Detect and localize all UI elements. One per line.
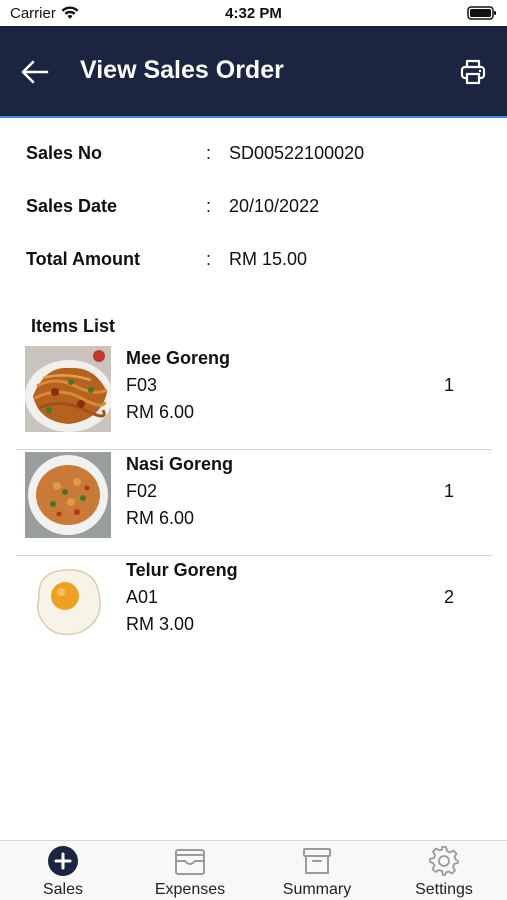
total-amount-label: Total Amount <box>26 249 140 269</box>
nasi-goreng-image <box>25 452 111 538</box>
page-title: View Sales Order <box>80 56 284 84</box>
mee-goreng-image <box>25 346 111 432</box>
battery-icon <box>467 6 496 20</box>
item-name: Telur Goreng <box>126 560 238 580</box>
list-item[interactable]: Mee Goreng F03 RM 6.00 1 <box>16 344 492 450</box>
item-code: A01 <box>126 587 159 607</box>
items-list-heading: Items List <box>31 316 116 336</box>
tab-label: Expenses <box>154 881 226 898</box>
sales-date-row: Sales Date : 20/10/2022 <box>26 196 486 226</box>
status-bar: Carrier 4:32 PM <box>0 0 507 26</box>
wallet-icon <box>175 849 205 875</box>
colon: : <box>206 143 212 163</box>
tab-expenses[interactable]: Expenses <box>127 841 253 900</box>
item-name: Nasi Goreng <box>126 454 234 474</box>
tab-label: Settings <box>415 881 473 898</box>
item-quantity: 2 <box>444 587 455 607</box>
tab-label: Sales <box>42 881 84 898</box>
status-time: 4:32 PM <box>225 5 282 22</box>
item-price: RM 6.00 <box>126 402 195 422</box>
item-code: F03 <box>126 375 158 395</box>
fried-egg-image <box>25 558 111 644</box>
tab-sales[interactable]: Sales <box>0 841 126 900</box>
item-quantity: 1 <box>444 481 455 501</box>
tab-bar: Sales Expenses Summary Settings <box>0 840 507 900</box>
printer-icon[interactable] <box>459 58 487 86</box>
list-item[interactable]: Nasi Goreng F02 RM 6.00 1 <box>16 450 492 556</box>
item-name: Mee Goreng <box>126 348 231 368</box>
total-amount-value: RM 15.00 <box>229 249 308 269</box>
archive-box-icon <box>303 848 331 874</box>
tab-settings[interactable]: Settings <box>381 841 507 900</box>
sales-date-label: Sales Date <box>26 196 118 216</box>
total-amount-row: Total Amount : RM 15.00 <box>26 249 486 279</box>
list-item[interactable]: Telur Goreng A01 RM 3.00 2 <box>16 556 492 662</box>
item-quantity: 1 <box>444 375 455 395</box>
back-arrow-icon[interactable] <box>20 59 50 85</box>
sales-no-label: Sales No <box>26 143 103 163</box>
item-price: RM 6.00 <box>126 508 195 528</box>
colon: : <box>206 249 212 269</box>
colon: : <box>206 196 212 216</box>
gear-icon <box>429 846 459 876</box>
item-code: F02 <box>126 481 158 501</box>
tab-label: Summary <box>282 881 352 898</box>
sales-no-row: Sales No : SD00522100020 <box>26 143 486 173</box>
sales-date-value: 20/10/2022 <box>229 196 320 216</box>
sales-no-value: SD00522100020 <box>229 143 365 163</box>
tab-summary[interactable]: Summary <box>254 841 380 900</box>
plus-circle-icon <box>48 846 78 876</box>
app-header: View Sales Order <box>0 26 507 118</box>
item-price: RM 3.00 <box>126 614 195 634</box>
